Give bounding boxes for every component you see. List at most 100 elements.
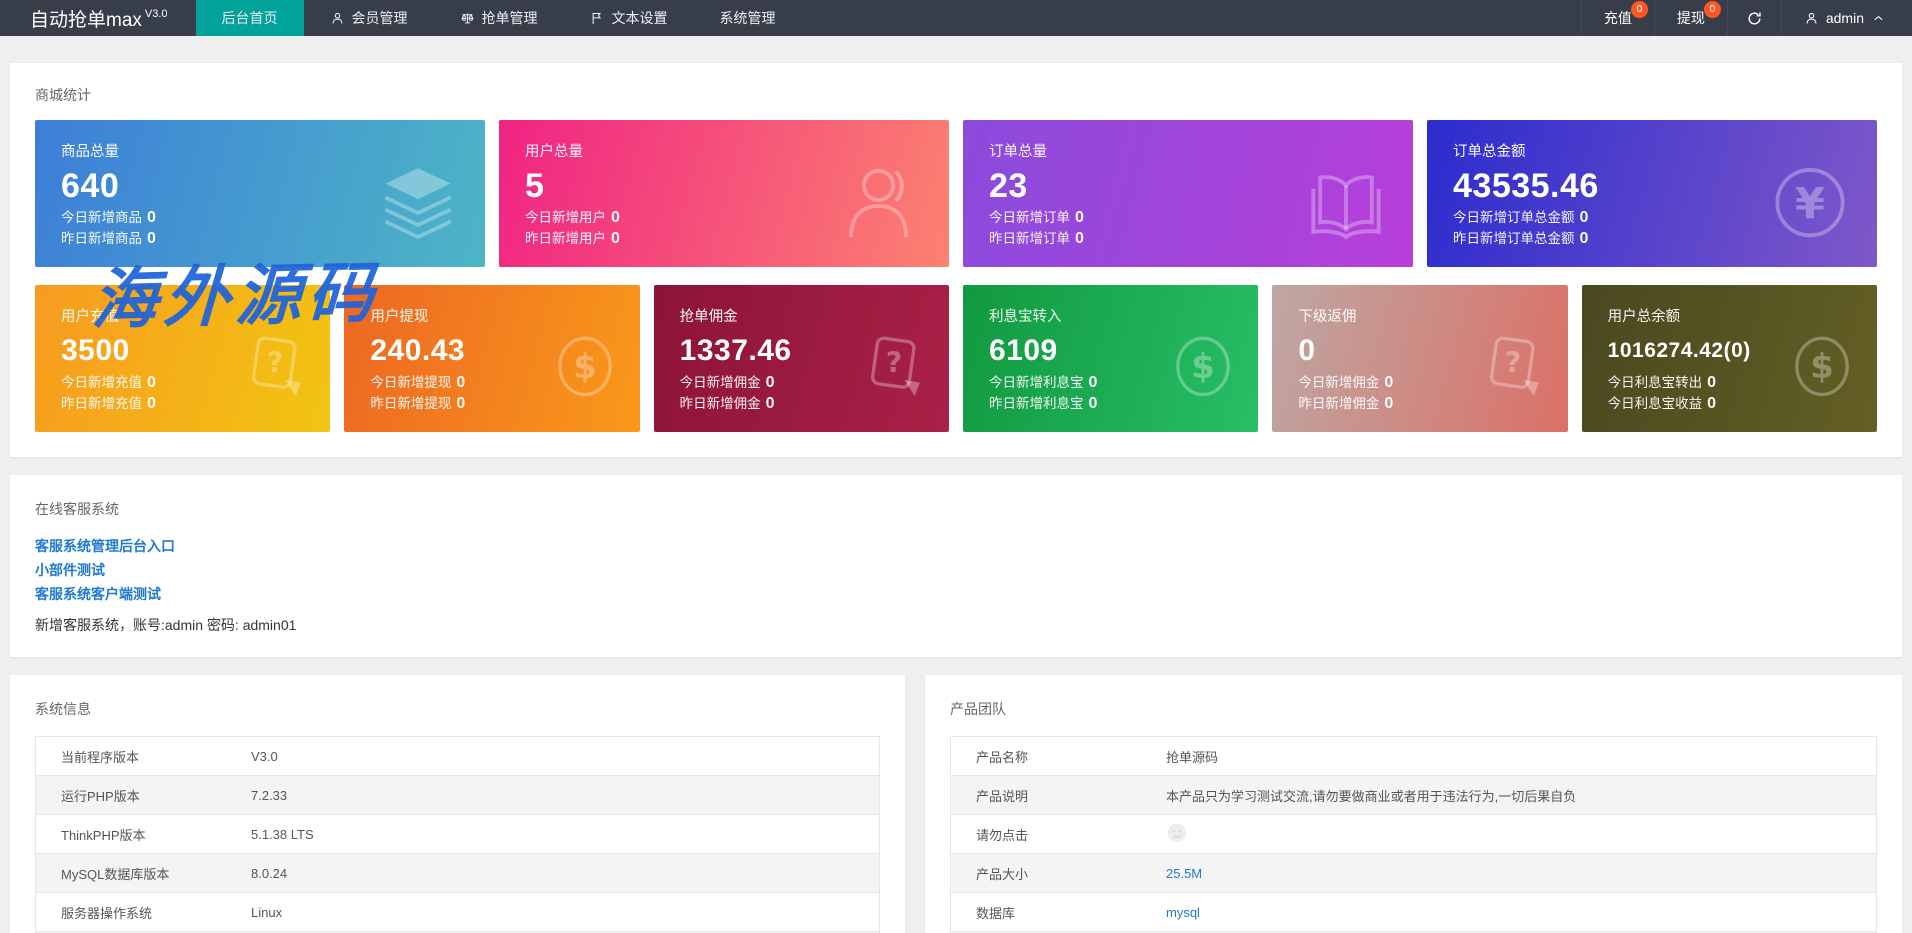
app-title: 自动抢单max [30, 9, 142, 31]
dollar-circle-icon: $ [1176, 336, 1231, 396]
row-value: 抢单源码 [1166, 749, 1219, 765]
question-doc-icon: ? [870, 336, 920, 396]
scale-icon [461, 13, 473, 23]
menu-label: 抢单管理 [481, 10, 538, 26]
row-value: Linux [251, 904, 283, 920]
menu-item-text-settings[interactable]: 文本设置 [564, 0, 694, 36]
service-admin-entry-link[interactable]: 客服系统管理后台入口 [35, 534, 1877, 558]
row-value: V3.0 [251, 748, 278, 764]
recharge-button[interactable]: 充值 0 [1580, 0, 1654, 36]
user-icon [332, 12, 342, 24]
menu-label: 会员管理 [351, 10, 408, 26]
user-icon [1806, 12, 1817, 24]
withdraw-label: 提现 [1676, 10, 1705, 26]
card-title: 订单总金额 [1453, 144, 1526, 160]
table-row: 服务器操作系统 Linux [36, 893, 879, 932]
app-version: V3.0 [144, 8, 168, 20]
menu-item-orders[interactable]: 抢单管理 [434, 0, 564, 36]
page-content: 商城统计 商品总量 640 今日新增商品 0 昨日新增商品 0 用户总量 5 今日新… [0, 63, 1912, 933]
topbar-right: 充值 0 提现 0 admin [1580, 0, 1912, 36]
stat-card-interest-in: 利息宝转入 6109 今日新增利息宝 0 昨日新增利息宝 0 $ [963, 285, 1259, 432]
stats-row-2: 用户充值 3500 今日新增充值 0 昨日新增充值 0 ? 用户提现 240.43 … [35, 285, 1877, 432]
row-label: 产品说明 [976, 788, 1029, 804]
row-label: 当前程序版本 [61, 749, 140, 765]
app-logo: 自动抢单max V3.0 [0, 0, 196, 36]
user-menu[interactable]: admin [1780, 0, 1912, 36]
svg-text:$: $ [573, 347, 597, 387]
card-title: 用户提现 [370, 309, 429, 325]
stat-card-users-total: 用户总量 5 今日新增用户 0 昨日新增用户 0 [499, 120, 949, 267]
stat-card-goods-total: 商品总量 640 今日新增商品 0 昨日新增商品 0 [35, 120, 485, 267]
product-size-link[interactable]: 25.5M [1166, 866, 1876, 881]
book-icon [1311, 174, 1381, 240]
row-value: 5.1.38 LTS [251, 826, 314, 842]
table-row: ThinkPHP版本 5.1.38 LTS [36, 815, 879, 854]
svg-text:$: $ [1810, 347, 1834, 387]
chevron-up-icon [1874, 15, 1883, 20]
refresh-button[interactable] [1726, 0, 1781, 36]
row-label: 数据库 [976, 905, 1016, 921]
withdraw-button[interactable]: 提现 0 [1653, 0, 1727, 36]
row-value: 7.2.33 [251, 787, 288, 803]
question-doc-icon: ? [1489, 336, 1539, 396]
top-navbar: 自动抢单max V3.0 后台首页 会员管理 抢单管理 文本设置 系统管理 充值… [0, 0, 1912, 36]
row-label: 服务器操作系统 [61, 905, 153, 921]
flag-icon [592, 12, 601, 24]
svg-text:?: ? [1505, 346, 1521, 379]
menu-item-members[interactable]: 会员管理 [304, 0, 434, 36]
svg-text:$: $ [1191, 347, 1215, 387]
table-row: 产品说明 本产品只为学习测试交流,请勿要做商业或者用于违法行为,一切后果自负 [951, 776, 1876, 815]
withdraw-badge: 0 [1703, 1, 1721, 18]
yen-circle-icon: ¥ [1775, 167, 1845, 237]
stat-card-orders-amount: 订单总金额 43535.46 今日新增订单总金额 0 昨日新增订单总金额 0 ¥ [1427, 120, 1877, 267]
menu-label: 文本设置 [611, 10, 668, 26]
stat-card-user-recharge: 用户充值 3500 今日新增充值 0 昨日新增充值 0 ? [35, 285, 331, 432]
question-doc-icon: ? [252, 336, 302, 396]
recharge-badge: 0 [1630, 1, 1648, 18]
panel-title-stats: 商城统计 [35, 87, 91, 103]
mall-stats-panel: 商城统计 商品总量 640 今日新增商品 0 昨日新增商品 0 用户总量 5 今日新… [10, 63, 1902, 457]
card-title: 利息宝转入 [989, 309, 1062, 325]
row-label: MySQL数据库版本 [61, 866, 170, 882]
do-not-click-face-icon[interactable] [1166, 822, 1188, 844]
stat-card-user-withdraw: 用户提现 240.43 今日新增提现 0 昨日新增提现 0 $ [344, 285, 640, 432]
card-title: 商品总量 [61, 144, 119, 160]
bottom-panels: 系统信息 当前程序版本 V3.0 运行PHP版本 7.2.33 ThinkPHP… [10, 675, 1902, 933]
menu-item-system[interactable]: 系统管理 [694, 0, 802, 36]
row-value: 本产品只为学习测试交流,请勿要做商业或者用于违法行为,一切后果自负 [1166, 788, 1577, 804]
table-row: 运行PHP版本 7.2.33 [36, 776, 879, 815]
row-value: 8.0.24 [251, 865, 288, 881]
main-menu: 后台首页 会员管理 抢单管理 文本设置 系统管理 [195, 0, 802, 36]
database-link[interactable]: mysql [1166, 905, 1876, 920]
card-title: 订单总量 [989, 144, 1047, 160]
refresh-icon [1748, 12, 1761, 24]
stat-card-orders-total: 订单总量 23 今日新增订单 0 昨日新增订单 0 [963, 120, 1413, 267]
system-info-panel: 系统信息 当前程序版本 V3.0 运行PHP版本 7.2.33 ThinkPHP… [10, 675, 905, 933]
menu-label: 系统管理 [719, 10, 776, 26]
row-value [1166, 822, 1876, 847]
menu-item-home[interactable]: 后台首页 [195, 0, 304, 36]
recharge-label: 充值 [1603, 10, 1632, 26]
dollar-circle-icon: $ [1795, 336, 1849, 396]
table-row: MySQL数据库版本 8.0.24 [36, 854, 879, 893]
service-account-note: 新增客服系统，账号:admin 密码: admin01 [35, 617, 297, 633]
row-label: ThinkPHP版本 [61, 827, 146, 843]
table-row: 产品名称 抢单源码 [951, 737, 1876, 776]
row-label: 运行PHP版本 [61, 788, 140, 804]
layers-icon [384, 167, 452, 239]
person-icon [849, 168, 909, 237]
widget-test-link[interactable]: 小部件测试 [35, 558, 1877, 582]
card-title: 用户总量 [525, 144, 583, 160]
panel-title-system-info: 系统信息 [35, 701, 91, 717]
product-team-table: 产品名称 抢单源码 产品说明 本产品只为学习测试交流,请勿要做商业或者用于违法行… [950, 736, 1877, 933]
card-title: 下级返佣 [1298, 309, 1357, 325]
svg-text:¥: ¥ [1795, 179, 1825, 229]
service-client-test-link[interactable]: 客服系统客户端测试 [35, 582, 1877, 606]
dollar-circle-icon: $ [557, 336, 612, 396]
svg-text:?: ? [886, 346, 902, 379]
menu-label: 后台首页 [221, 10, 278, 26]
stats-row-1: 商品总量 640 今日新增商品 0 昨日新增商品 0 用户总量 5 今日新增用户 0 … [35, 120, 1877, 267]
table-row: 当前程序版本 V3.0 [36, 737, 879, 776]
stat-card-sub-rebate: 下级返佣 0 今日新增佣金 0 昨日新增佣金 0 ? [1272, 285, 1568, 432]
table-row: 数据库 mysql [951, 893, 1876, 932]
